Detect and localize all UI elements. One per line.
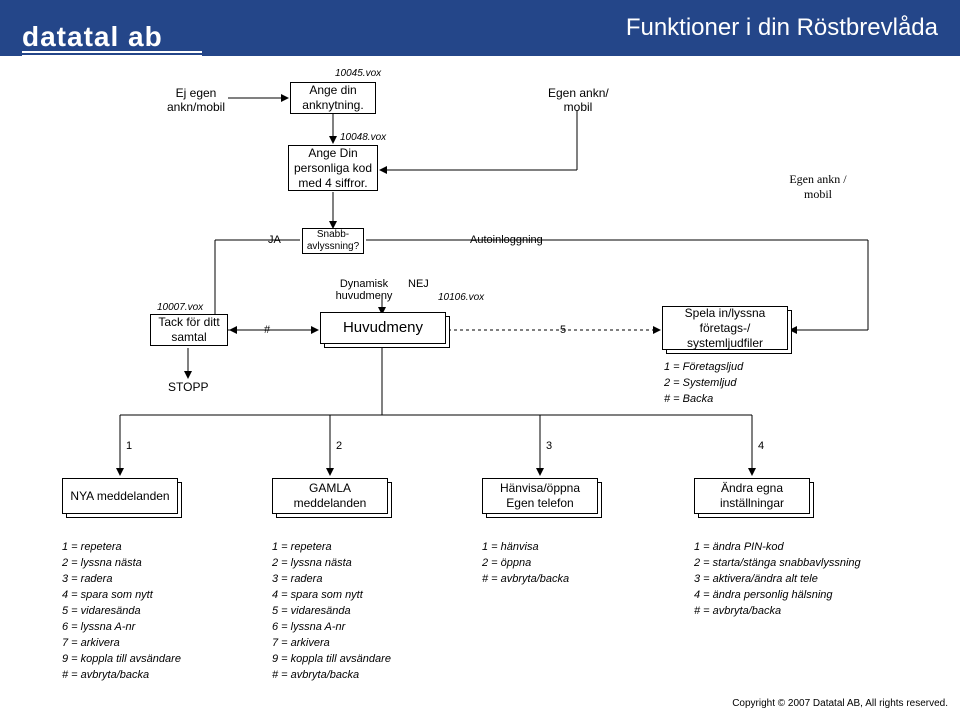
box-ange-kod: Ange Din personliga kod med 4 siffror. bbox=[288, 145, 378, 191]
vox-10106: 10106.vox bbox=[438, 292, 484, 303]
box-spela-text: Spela in/lyssna företags-/ systemljudfil… bbox=[667, 306, 783, 351]
label-dyn-meny: Dynamisk huvudmeny bbox=[334, 278, 394, 302]
box-hanvisa: Hänvisa/öppna Egen telefon bbox=[482, 478, 602, 518]
list-hanvisa: 1 = hänvisa 2 = öppna # = avbryta/backa bbox=[482, 540, 569, 588]
branch-1: 1 bbox=[126, 440, 132, 452]
list-andra: 1 = ändra PIN-kod 2 = starta/stänga snab… bbox=[694, 540, 861, 620]
box-nya: NYA meddelanden bbox=[62, 478, 182, 518]
box-spela: Spela in/lyssna företags-/ systemljudfil… bbox=[662, 306, 792, 354]
box-ange-anknytning-text: Ange din anknytning. bbox=[295, 83, 371, 113]
branch-2: 2 bbox=[336, 440, 342, 452]
branch-4: 4 bbox=[758, 440, 764, 452]
label-egen-ankn: Egen ankn/ mobil bbox=[548, 86, 608, 114]
vox-10048: 10048.vox bbox=[340, 132, 386, 143]
label-ej-egen: Ej egen ankn/mobil bbox=[166, 86, 226, 114]
box-gamla: GAMLA meddelanden bbox=[272, 478, 392, 518]
label-five: 5 bbox=[560, 324, 566, 336]
label-hash: # bbox=[264, 324, 270, 336]
box-snabb-text: Snabb- avlyssning? bbox=[307, 229, 359, 254]
copyright: Copyright © 2007 Datatal AB, All rights … bbox=[732, 698, 948, 709]
list-nya: 1 = repetera 2 = lyssna nästa 3 = radera… bbox=[62, 540, 181, 683]
box-tack-samtal: Tack för ditt samtal bbox=[150, 314, 228, 346]
label-stopp: STOPP bbox=[168, 380, 208, 394]
box-huvudmeny-text: Huvudmeny bbox=[343, 319, 423, 338]
box-gamla-text: GAMLA meddelanden bbox=[277, 481, 383, 511]
label-nej: NEJ bbox=[408, 278, 429, 290]
box-andra: Ändra egna inställningar bbox=[694, 478, 814, 518]
box-hanvisa-text: Hänvisa/öppna Egen telefon bbox=[487, 481, 593, 511]
box-huvudmeny: Huvudmeny bbox=[320, 312, 450, 348]
box-ange-anknytning: Ange din anknytning. bbox=[290, 82, 376, 114]
list-gamla: 1 = repetera 2 = lyssna nästa 3 = radera… bbox=[272, 540, 391, 683]
box-nya-text: NYA meddelanden bbox=[70, 489, 169, 504]
box-snabb-avlyssning: Snabb- avlyssning? bbox=[302, 228, 364, 254]
legend-spela: 1 = Företagsljud 2 = Systemljud # = Back… bbox=[664, 360, 743, 408]
box-ange-kod-text: Ange Din personliga kod med 4 siffror. bbox=[293, 146, 373, 191]
label-egen-ankn-right: Egen ankn / mobil bbox=[778, 172, 858, 202]
branch-3: 3 bbox=[546, 440, 552, 452]
label-autoinloggning: Autoinloggning bbox=[470, 234, 543, 246]
label-ja: JA bbox=[268, 234, 281, 246]
vox-10045: 10045.vox bbox=[335, 68, 381, 79]
box-andra-text: Ändra egna inställningar bbox=[699, 481, 805, 511]
box-tack-text: Tack för ditt samtal bbox=[155, 315, 223, 345]
vox-10007: 10007.vox bbox=[157, 302, 203, 313]
